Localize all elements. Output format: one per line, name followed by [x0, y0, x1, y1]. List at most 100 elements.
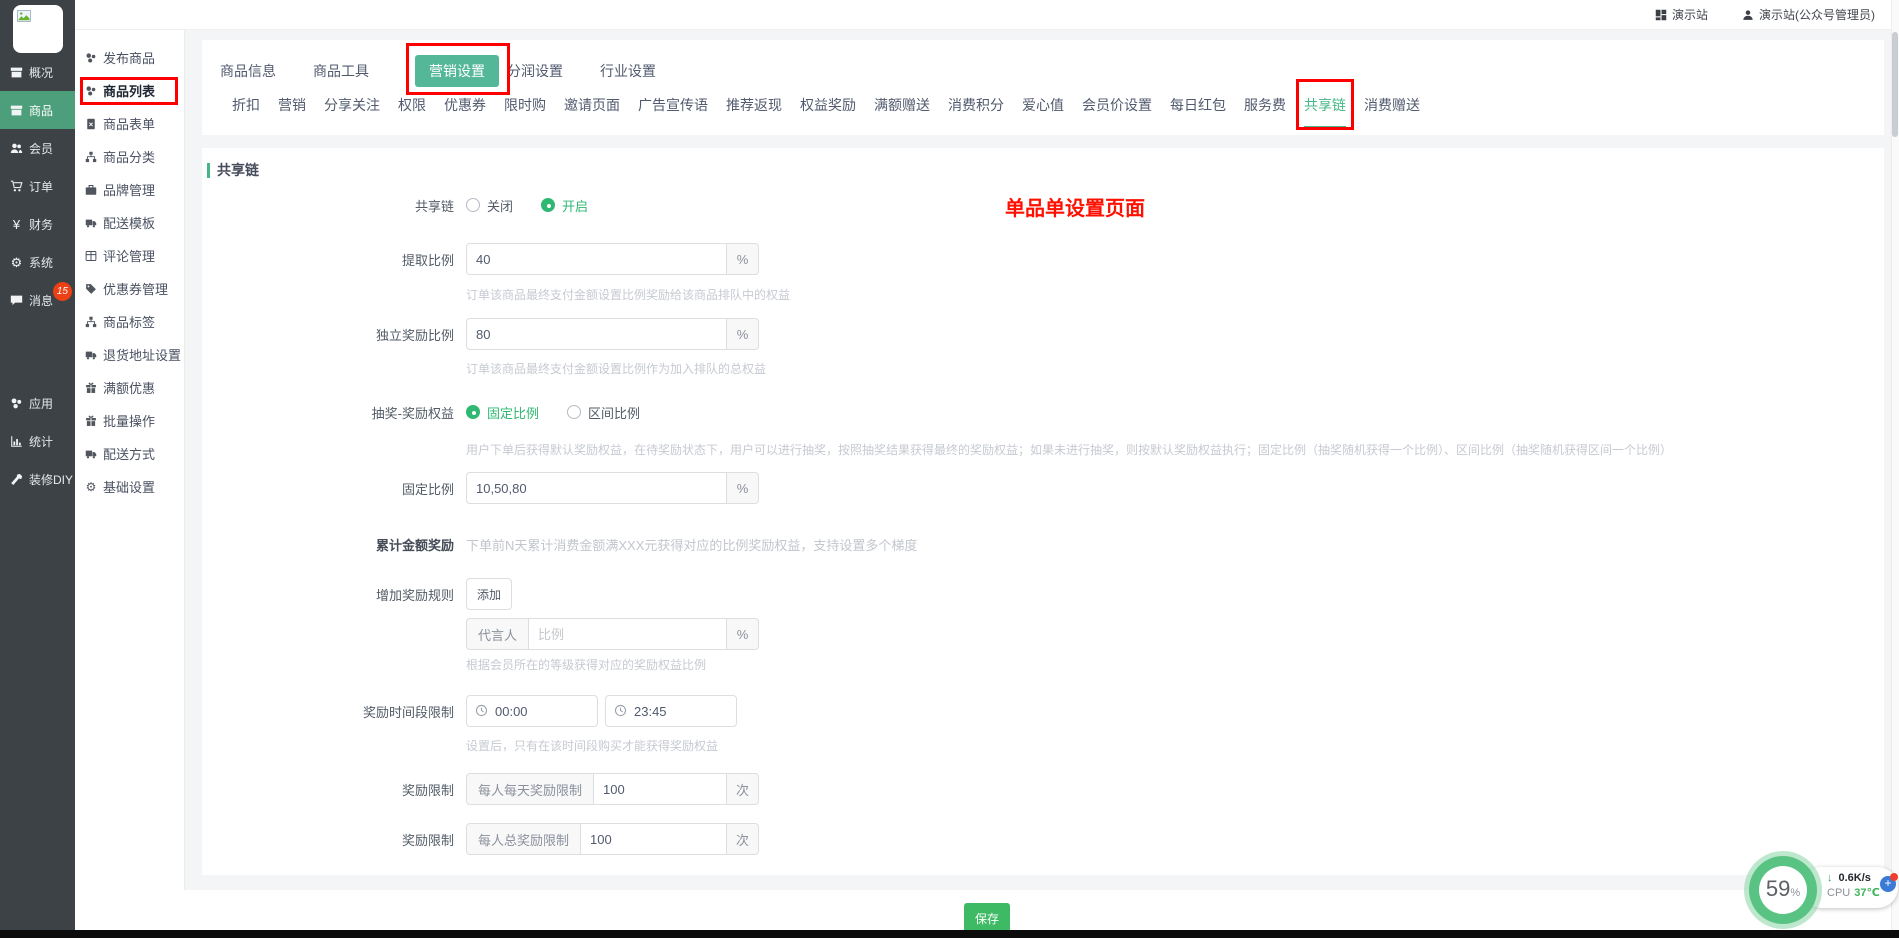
tab-referral-cashback[interactable]: 推荐返现 [726, 96, 782, 126]
cart-icon [10, 180, 23, 193]
percent-number: 59 [1766, 878, 1790, 900]
subnav-item-label: 配送模板 [103, 213, 155, 232]
share-chain-on-radio[interactable]: 开启 [541, 196, 588, 215]
tab-love-value[interactable]: 爱心值 [1022, 96, 1064, 126]
download-speed: 0.6K/s [1839, 871, 1871, 886]
percent-addon: % [727, 318, 759, 350]
independent-ratio-input[interactable] [466, 318, 727, 350]
tab-share-chain[interactable]: 共享链 [1304, 96, 1346, 128]
subnav-item-return-address[interactable]: 退货地址设置 [75, 338, 184, 371]
table-icon [85, 250, 97, 262]
spokesperson-ratio-input[interactable] [528, 618, 727, 650]
lottery-reward-help: 用户下单后获得默认奖励权益，在待奖励状态下，用户可以进行抽奖，按照抽奖结果获得最… [466, 441, 1672, 458]
subnav-item-delivery-template[interactable]: 配送模板 [75, 206, 184, 239]
tab-flash-sale[interactable]: 限时购 [504, 96, 546, 126]
tab-share-follow[interactable]: 分享关注 [324, 96, 380, 126]
tab-permission[interactable]: 权限 [398, 96, 426, 126]
field-label: 独立奖励比例 [202, 325, 454, 344]
fixed-ratio-row: 固定比例 % [202, 472, 1864, 504]
sidebar-spacer [0, 319, 75, 384]
briefcase-icon [85, 184, 97, 196]
field-label: 奖励时间段限制 [202, 702, 454, 721]
tab-goods-info[interactable]: 商品信息 [220, 61, 276, 81]
apps-cluster-icon [10, 397, 23, 410]
subnav-item-goods-category[interactable]: 商品分类 [75, 140, 184, 173]
sidebar-item-label: 商品 [29, 102, 53, 119]
sidebar-item-goods[interactable]: 商品 [0, 91, 75, 129]
add-rule-button[interactable]: 添加 [466, 578, 512, 610]
spokesperson-ratio-row: 代言人 % [202, 618, 1864, 650]
subnav-item-goods-form[interactable]: 商品表单 [75, 107, 184, 140]
total-limit-input[interactable] [580, 823, 727, 855]
tab-consume-points[interactable]: 消费积分 [948, 96, 1004, 126]
sidebar-item-label: 系统 [29, 254, 53, 271]
start-time-picker[interactable] [466, 695, 598, 727]
subnav-item-delivery-method[interactable]: 配送方式 [75, 437, 184, 470]
bar-chart-icon [10, 435, 23, 448]
monitor-plus-button[interactable]: + [1880, 876, 1896, 892]
site-logo[interactable] [13, 5, 63, 53]
sidebar-item-messages[interactable]: 消息15 [0, 281, 75, 319]
radio-checked-icon [541, 198, 555, 212]
tab-industry-settings[interactable]: 行业设置 [600, 61, 656, 81]
chat-bubble-icon [10, 294, 23, 307]
sidebar-item-apps[interactable]: 应用 [0, 384, 75, 422]
reward-time-range-row: 奖励时间段限制 [202, 695, 1864, 727]
account-menu[interactable]: 演示站(公众号管理员) [1742, 6, 1875, 23]
tab-label: 共享链 [1304, 97, 1346, 113]
sidebar-item-orders[interactable]: 订单 [0, 167, 75, 205]
sidebar-item-label: 订单 [29, 178, 53, 195]
tab-service-fee[interactable]: 服务费 [1244, 96, 1286, 126]
sidebar-item-decorate-diy[interactable]: 装修DIY [0, 460, 75, 498]
tab-full-amount-gift[interactable]: 满额赠送 [874, 96, 930, 126]
subnav-item-label: 批量操作 [103, 411, 155, 430]
sidebar-item-finance[interactable]: ¥财务 [0, 205, 75, 243]
share-chain-off-radio[interactable]: 关闭 [466, 196, 513, 215]
subnav-item-goods-tags[interactable]: 商品标签 [75, 305, 184, 338]
tab-goods-tools[interactable]: 商品工具 [313, 61, 369, 81]
app-root: 概况 商品 会员 订单 ¥财务 ⚙系统 消息15 应用 统计 装修DIY 发布商… [0, 0, 1899, 938]
goods-icon [10, 104, 23, 117]
tab-coupon[interactable]: 优惠券 [444, 96, 486, 126]
tab-invite-page[interactable]: 邀请页面 [564, 96, 620, 126]
memory-usage-circle[interactable]: 59% [1749, 856, 1817, 924]
daily-limit-input[interactable] [593, 773, 727, 805]
subnav-item-publish-goods[interactable]: 发布商品 [75, 41, 184, 74]
sidebar-item-statistics[interactable]: 统计 [0, 422, 75, 460]
subnav-item-goods-list[interactable]: 商品列表 [75, 74, 184, 107]
tab-ad-slogan[interactable]: 广告宣传语 [638, 96, 708, 126]
fixed-ratio-input[interactable] [466, 472, 727, 504]
end-time-picker[interactable] [605, 695, 737, 727]
subnav-item-coupon-manage[interactable]: 优惠券管理 [75, 272, 184, 305]
cpu-temperature: 37℃ [1854, 886, 1880, 901]
extract-ratio-input[interactable] [466, 243, 727, 275]
range-ratio-radio[interactable]: 区间比例 [567, 403, 640, 422]
sidebar-item-members[interactable]: 会员 [0, 129, 75, 167]
subnav-item-brand-manage[interactable]: 品牌管理 [75, 173, 184, 206]
tab-rights-reward[interactable]: 权益奖励 [800, 96, 856, 126]
subnav-item-comment-manage[interactable]: 评论管理 [75, 239, 184, 272]
tab-discount[interactable]: 折扣 [232, 96, 260, 126]
tag-icon [85, 283, 97, 295]
page-scrollbar[interactable] [1891, 0, 1899, 938]
sidebar-item-system[interactable]: ⚙系统 [0, 243, 75, 281]
tab-profit-settings[interactable]: 分润设置 [507, 61, 563, 81]
fixed-ratio-radio[interactable]: 固定比例 [466, 403, 539, 422]
tab-consume-gift[interactable]: 消费赠送 [1364, 96, 1420, 126]
subnav-item-label: 基础设置 [103, 477, 155, 496]
site-switcher[interactable]: 演示站 [1655, 6, 1708, 23]
tab-marketing-settings[interactable]: 营销设置 [415, 55, 499, 87]
cluster-icon [85, 85, 97, 97]
document-icon [85, 118, 97, 130]
percent-addon: % [727, 472, 759, 504]
tab-daily-redpacket[interactable]: 每日红包 [1170, 96, 1226, 126]
cluster-icon [85, 52, 97, 64]
tab-member-price[interactable]: 会员价设置 [1082, 96, 1152, 126]
subnav-item-batch-ops[interactable]: 批量操作 [75, 404, 184, 437]
scrollbar-thumb[interactable] [1892, 32, 1898, 137]
sidebar-item-overview[interactable]: 概况 [0, 53, 75, 91]
radio-label: 关闭 [487, 196, 513, 215]
subnav-item-basic-settings[interactable]: ⚙基础设置 [75, 470, 184, 503]
subnav-item-full-discount[interactable]: 满额优惠 [75, 371, 184, 404]
tab-marketing[interactable]: 营销 [278, 96, 306, 126]
